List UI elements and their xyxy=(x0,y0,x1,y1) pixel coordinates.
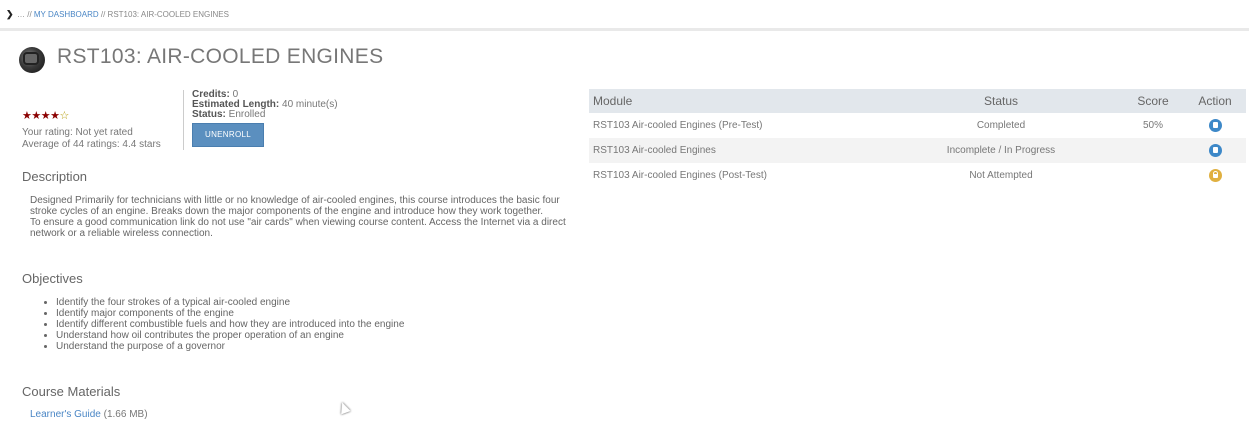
status-line: Status: Enrolled xyxy=(192,110,338,120)
lock-icon[interactable] xyxy=(1208,169,1222,182)
module-score xyxy=(1122,163,1184,188)
module-column-header: Module xyxy=(589,89,880,113)
breadcrumb-dashboard-link[interactable]: MY DASHBOARD xyxy=(34,10,99,19)
objective-item: Identify major components of the engine xyxy=(56,308,404,319)
star-rating[interactable]: ★★★★☆ xyxy=(22,109,69,122)
breadcrumb-trail: … // MY DASHBOARD // RST103: AIR-COOLED … xyxy=(17,10,229,19)
breadcrumb: ❯ … // MY DASHBOARD // RST103: AIR-COOLE… xyxy=(0,0,1249,31)
stars-filled: ★★★★ xyxy=(22,110,60,122)
description-text: Designed Primarily for technicians with … xyxy=(30,195,580,239)
launch-icon[interactable] xyxy=(1208,144,1222,157)
module-action xyxy=(1184,113,1246,138)
module-score: 50% xyxy=(1142,120,1163,131)
objectives-heading: Objectives xyxy=(22,271,83,286)
course-material: Learner's Guide (1.66 MB) xyxy=(30,409,148,420)
table-row: RST103 Air-cooled Engines (Post-Test) No… xyxy=(589,163,1246,188)
materials-heading: Course Materials xyxy=(22,384,121,399)
learners-guide-link[interactable]: Learner's Guide xyxy=(30,409,101,420)
description-paragraph-1: Designed Primarily for technicians with … xyxy=(30,195,560,217)
table-row: RST103 Air-cooled Engines Incomplete / I… xyxy=(589,138,1246,163)
objective-item: Identify the four strokes of a typical a… xyxy=(56,297,404,308)
score-column-header: Score xyxy=(1122,89,1184,113)
unenroll-button[interactable]: UNENROLL xyxy=(192,123,264,147)
description-heading: Description xyxy=(22,169,88,184)
length-value: 40 minute(s) xyxy=(279,99,338,110)
module-action xyxy=(1184,163,1246,188)
modules-table: Module Status Score Action RST103 Air-co… xyxy=(589,89,1246,188)
module-status: Incomplete / In Progress xyxy=(880,138,1122,163)
table-header-row: Module Status Score Action xyxy=(589,89,1246,113)
objectives-list: Identify the four strokes of a typical a… xyxy=(38,297,404,352)
description-paragraph-2: To ensure a good communication link do n… xyxy=(30,217,566,239)
module-name: RST103 Air-cooled Engines (Post-Test) xyxy=(593,170,767,181)
table-row: RST103 Air-cooled Engines (Pre-Test) Com… xyxy=(589,113,1246,138)
course-meta: Credits: 0 Estimated Length: 40 minute(s… xyxy=(183,90,338,150)
breadcrumb-separator: // xyxy=(98,10,108,19)
mouse-cursor-icon xyxy=(337,400,351,415)
module-status: Completed xyxy=(976,120,1026,131)
objective-item: Understand how oil contributes the prope… xyxy=(56,330,404,341)
breadcrumb-prefix: … // xyxy=(17,10,34,19)
chevron-right-icon[interactable]: ❯ xyxy=(6,9,14,20)
stars-empty: ☆ xyxy=(59,110,69,122)
status-column-header: Status xyxy=(880,89,1122,113)
status-label: Status: xyxy=(192,109,226,120)
breadcrumb-current: RST103: AIR-COOLED ENGINES xyxy=(107,10,229,19)
page-title: RST103: AIR-COOLED ENGINES xyxy=(57,45,384,68)
module-name: RST103 Air-cooled Engines (Pre-Test) xyxy=(593,120,763,131)
your-rating-text: Your rating: Not yet rated xyxy=(22,127,133,138)
objective-item: Identify different combustible fuels and… xyxy=(56,319,404,330)
module-name: RST103 Air-cooled Engines xyxy=(589,138,880,163)
rating-info: Your rating: Not yet rated Average of 44… xyxy=(22,127,161,151)
engine-thumbnail-icon xyxy=(19,47,45,73)
module-status: Not Attempted xyxy=(969,170,1033,181)
launch-icon[interactable] xyxy=(1208,119,1222,132)
module-score xyxy=(1122,138,1184,163)
action-column-header: Action xyxy=(1184,89,1246,113)
objective-item: Understand the purpose of a governor xyxy=(56,341,404,352)
status-value: Enrolled xyxy=(225,109,266,120)
module-action xyxy=(1184,138,1246,163)
material-size: (1.66 MB) xyxy=(100,409,148,420)
average-rating-text: Average of 44 ratings: 4.4 stars xyxy=(22,139,161,150)
